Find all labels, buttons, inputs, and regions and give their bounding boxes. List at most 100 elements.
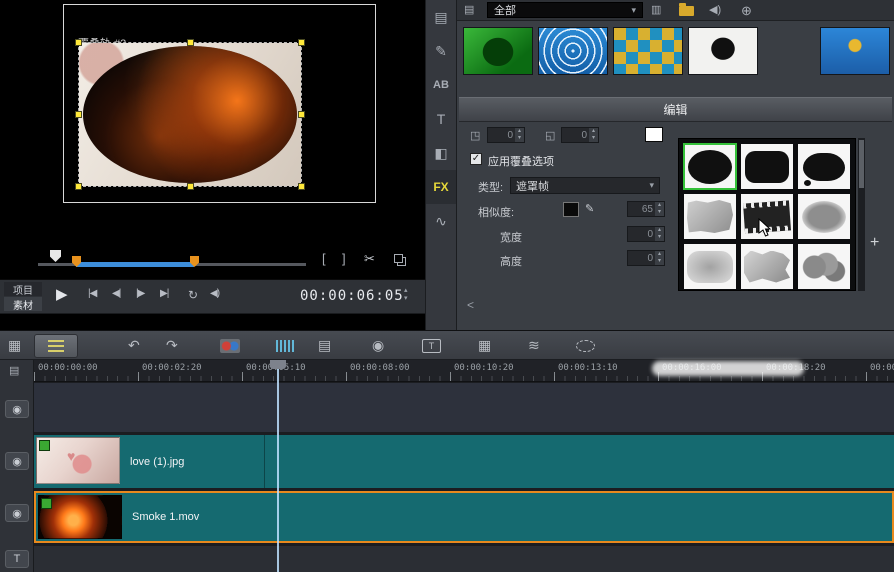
- redo-button[interactable]: ↷: [166, 337, 178, 354]
- collapse-panel-button[interactable]: <: [467, 298, 474, 312]
- mark-in-button[interactable]: [: [322, 251, 326, 266]
- spin-up-icon[interactable]: ▴: [655, 202, 664, 209]
- media-tool[interactable]: ▤: [426, 0, 456, 34]
- go-to-end-button[interactable]: ▶|: [160, 288, 168, 299]
- scrubber-selection-range[interactable]: [76, 262, 194, 267]
- transition-tool[interactable]: AB: [426, 68, 456, 102]
- mask-rough-oval[interactable]: [798, 194, 850, 239]
- border-width-spinner[interactable]: 0 ▴▾: [487, 127, 525, 143]
- mask-soft-rect[interactable]: [684, 244, 736, 289]
- lasso-select-icon[interactable]: [576, 340, 595, 352]
- instant-project-icon[interactable]: ▤: [318, 337, 331, 354]
- eyedropper-icon[interactable]: ✎: [585, 202, 594, 215]
- library-menu-icon[interactable]: ▤: [464, 3, 474, 16]
- filter-thumb-ripple[interactable]: [538, 27, 608, 75]
- overlay-track1-icon[interactable]: ◉: [5, 452, 29, 470]
- edit-tab[interactable]: 编辑: [459, 97, 892, 122]
- timecode-up-icon[interactable]: ▴: [404, 287, 408, 295]
- similarity-color-swatch[interactable]: [563, 202, 579, 217]
- title-track-icon[interactable]: T: [5, 550, 29, 568]
- gallery-scrollbar[interactable]: [858, 138, 865, 291]
- scrubber-playhead[interactable]: [50, 250, 61, 262]
- go-to-start-button[interactable]: |◀: [88, 288, 96, 299]
- spin-down-icon[interactable]: ▾: [515, 135, 524, 142]
- timecode-display[interactable]: 00:00:06:05: [300, 288, 404, 304]
- playhead-grip[interactable]: [270, 360, 286, 369]
- filter-fx-tool[interactable]: FX: [426, 170, 456, 204]
- clip-mode-button[interactable]: 素材: [4, 297, 42, 311]
- filter-thumb-green-leaf[interactable]: [463, 27, 533, 75]
- apply-overlay-checkbox[interactable]: ✓: [470, 153, 482, 165]
- view-toggle-icon[interactable]: ▥: [651, 3, 661, 16]
- border-color-swatch[interactable]: [645, 127, 663, 142]
- mask-crumpled[interactable]: [741, 244, 793, 289]
- resize-handle-s[interactable]: [187, 183, 194, 190]
- mask-type-dropdown[interactable]: 遮罩帧 ▾: [510, 177, 660, 194]
- title-tool[interactable]: T: [426, 102, 456, 136]
- play-button[interactable]: ▶: [56, 285, 68, 303]
- globe-icon[interactable]: ⊕: [741, 3, 752, 19]
- resize-handle-ne[interactable]: [298, 39, 305, 46]
- spin-down-icon[interactable]: ▾: [589, 135, 598, 142]
- filter-thumb-balloon[interactable]: [820, 27, 890, 75]
- split-clip-scissors-icon[interactable]: ✂: [364, 251, 375, 267]
- effects-disc-icon[interactable]: ◉: [372, 337, 384, 354]
- timeline-view-button[interactable]: [34, 334, 78, 358]
- undo-button[interactable]: ↶: [128, 337, 140, 354]
- similarity-spinner[interactable]: 65 ▴▾: [627, 201, 665, 217]
- mask-rounded-rect[interactable]: [741, 144, 793, 189]
- resize-handle-w[interactable]: [75, 111, 82, 118]
- spin-down-icon[interactable]: ▾: [655, 234, 664, 241]
- add-mask-button[interactable]: +: [870, 234, 879, 252]
- title-track-row[interactable]: [34, 546, 894, 572]
- volume-icon[interactable]: ◀): [210, 288, 219, 299]
- resize-handle-sw[interactable]: [75, 183, 82, 190]
- width-spinner[interactable]: 0 ▴▾: [627, 226, 665, 242]
- resize-handle-se[interactable]: [298, 183, 305, 190]
- overlay-track1-row[interactable]: love (1).jpg: [34, 435, 894, 488]
- storyboard-view-icon[interactable]: ▦: [8, 337, 21, 354]
- motion-path-tool[interactable]: ∿: [426, 204, 456, 238]
- timecode-down-icon[interactable]: ▾: [404, 295, 408, 303]
- sound-mixer-icon[interactable]: [276, 340, 294, 352]
- height-spinner[interactable]: 0 ▴▾: [627, 250, 665, 266]
- record-capture-icon[interactable]: [220, 339, 240, 353]
- spin-down-icon[interactable]: ▾: [655, 258, 664, 265]
- graphic-tool[interactable]: ◧: [426, 136, 456, 170]
- spin-down-icon[interactable]: ▾: [655, 209, 664, 216]
- spin-up-icon[interactable]: ▴: [589, 128, 598, 135]
- spin-up-icon[interactable]: ▴: [655, 251, 664, 258]
- mask-circles[interactable]: [798, 244, 850, 289]
- multi-trim-icon[interactable]: ▦: [478, 337, 491, 354]
- project-mode-button[interactable]: 项目: [4, 282, 42, 296]
- gallery-scrollbar-thumb[interactable]: [859, 140, 864, 188]
- mark-out-button[interactable]: ]: [342, 251, 346, 266]
- timeline-playhead[interactable]: [277, 368, 279, 572]
- timeline-ruler[interactable]: 00:00:00:00 00:00:02:20 00:00:05:10 00:0…: [34, 360, 894, 382]
- speed-icon[interactable]: ≋: [528, 337, 540, 354]
- mask-torn-paper[interactable]: [684, 194, 736, 239]
- mask-oval-selected[interactable]: [684, 144, 736, 189]
- spin-up-icon[interactable]: ▴: [655, 227, 664, 234]
- import-folder-icon[interactable]: [679, 6, 694, 16]
- previous-frame-button[interactable]: ◀|: [112, 288, 120, 299]
- subtitle-editor-icon[interactable]: T: [422, 339, 441, 353]
- resize-handle-e[interactable]: [298, 111, 305, 118]
- transparency-spinner[interactable]: 0 ▴▾: [561, 127, 599, 143]
- resize-handle-n[interactable]: [187, 39, 194, 46]
- paint-tool[interactable]: ✎: [426, 34, 456, 68]
- selected-clip-bounding-box[interactable]: [78, 42, 302, 187]
- track-manager-icon[interactable]: ▤: [9, 364, 19, 377]
- timecode-stepper[interactable]: ▴ ▾: [404, 287, 408, 303]
- mask-speech-cloud[interactable]: [798, 144, 850, 189]
- sound-icon[interactable]: ◀): [709, 3, 721, 16]
- overlay-track2-row-selected[interactable]: Smoke 1.mov: [34, 491, 894, 543]
- gallery-filter-dropdown[interactable]: 全部 ▾: [487, 2, 643, 18]
- video-track-icon[interactable]: ◉: [5, 400, 29, 418]
- spin-up-icon[interactable]: ▴: [515, 128, 524, 135]
- video-track-row[interactable]: [34, 383, 894, 432]
- repeat-button[interactable]: ↻: [188, 288, 198, 302]
- enlarge-preview-icon[interactable]: [394, 254, 403, 263]
- overlay-track2-icon[interactable]: ◉: [5, 504, 29, 522]
- filter-thumb-ink-leaf[interactable]: [688, 27, 758, 75]
